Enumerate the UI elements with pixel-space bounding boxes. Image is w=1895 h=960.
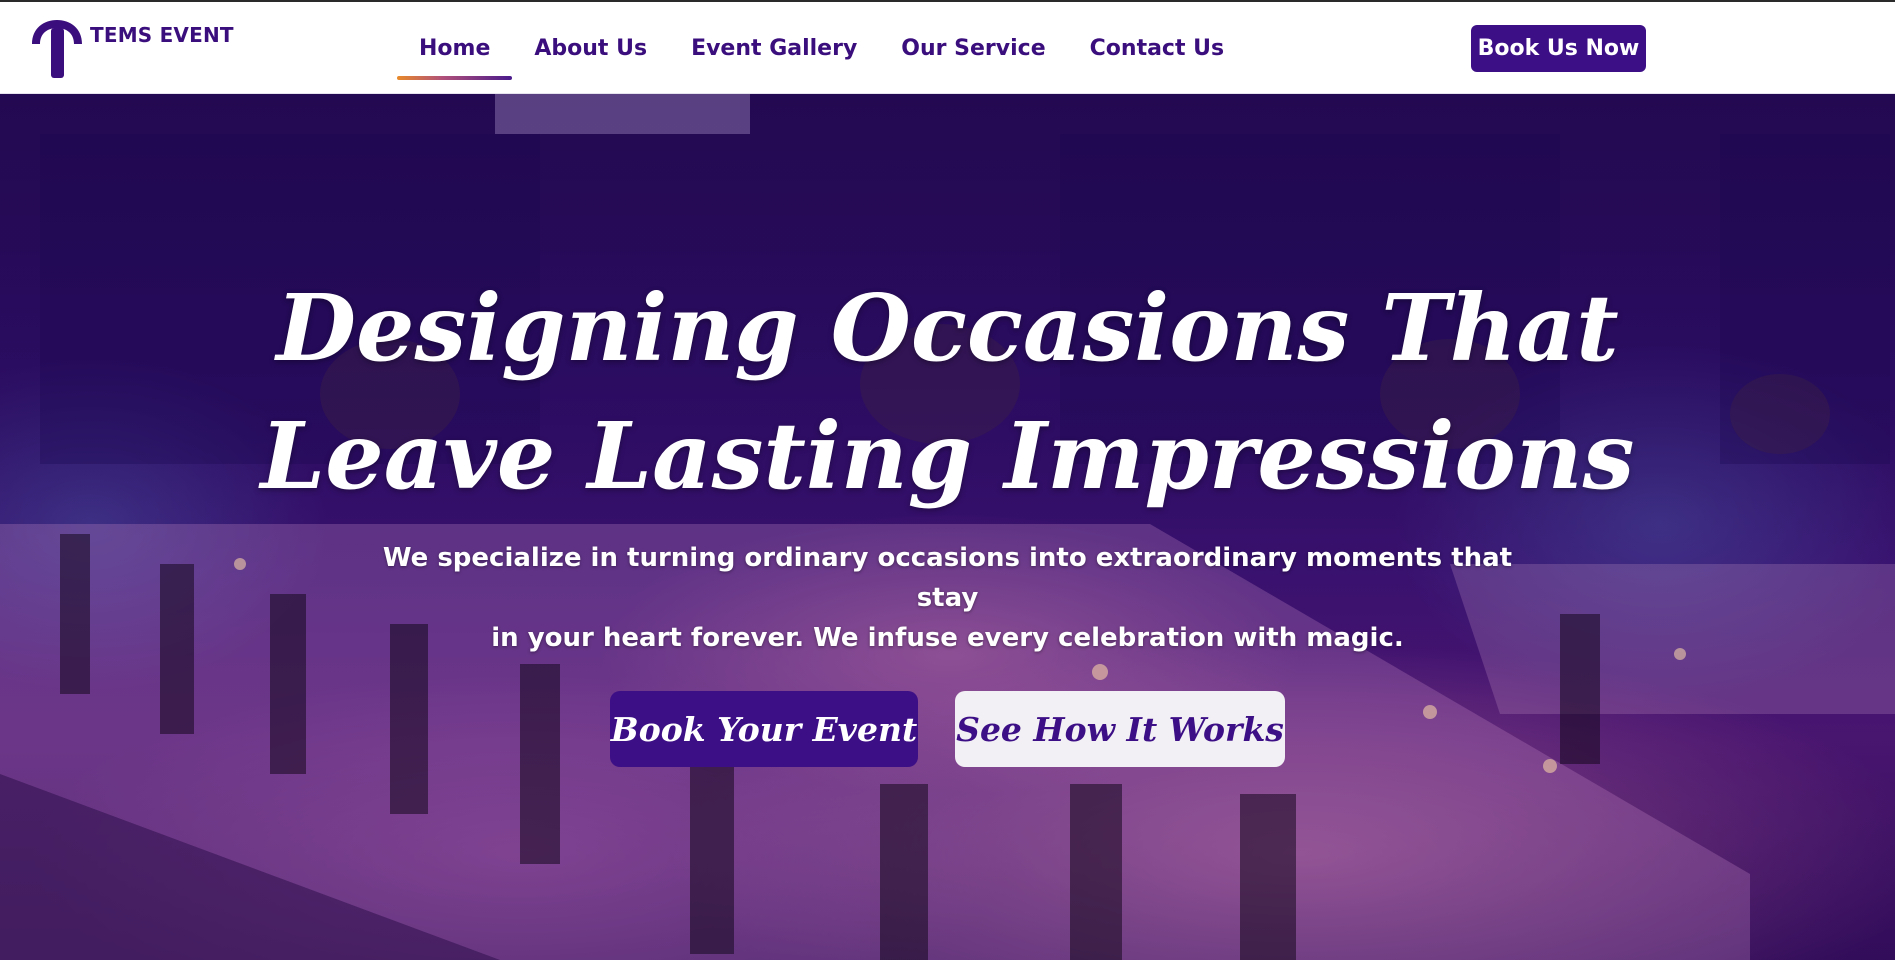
brand-name[interactable]: TEMS EVENT: [90, 23, 234, 47]
book-your-event-button[interactable]: Book Your Event: [610, 691, 918, 767]
t-letter-logo-icon: [32, 20, 82, 78]
hero-headline-line-1: Designing Occasions That: [276, 274, 1619, 382]
nav-item-about-us[interactable]: About Us: [512, 2, 669, 94]
brand-logo[interactable]: [28, 18, 86, 80]
nav-item-event-gallery[interactable]: Event Gallery: [669, 2, 879, 94]
book-us-now-button[interactable]: Book Us Now: [1471, 25, 1646, 72]
see-how-it-works-button[interactable]: See How It Works: [955, 691, 1285, 767]
hero-headline: Designing Occasions That Leave Lasting I…: [0, 264, 1895, 520]
hero-section: Designing Occasions That Leave Lasting I…: [0, 94, 1895, 960]
nav-item-our-service[interactable]: Our Service: [879, 2, 1067, 94]
banquet-hall-background-image: [0, 94, 1895, 960]
nav-item-contact-us[interactable]: Contact Us: [1068, 2, 1246, 94]
hero-subtext: We specialize in turning ordinary occasi…: [360, 538, 1535, 658]
main-nav: Home About Us Event Gallery Our Service …: [397, 2, 1246, 94]
nav-item-home[interactable]: Home: [397, 2, 513, 94]
hero-headline-line-2: Leave Lasting Impressions: [260, 402, 1635, 510]
site-header: TEMS EVENT Home About Us Event Gallery O…: [0, 2, 1895, 94]
hero-subtext-line-2: in your heart forever. We infuse every c…: [491, 623, 1404, 653]
hero-subtext-line-1: We specialize in turning ordinary occasi…: [382, 543, 1513, 613]
